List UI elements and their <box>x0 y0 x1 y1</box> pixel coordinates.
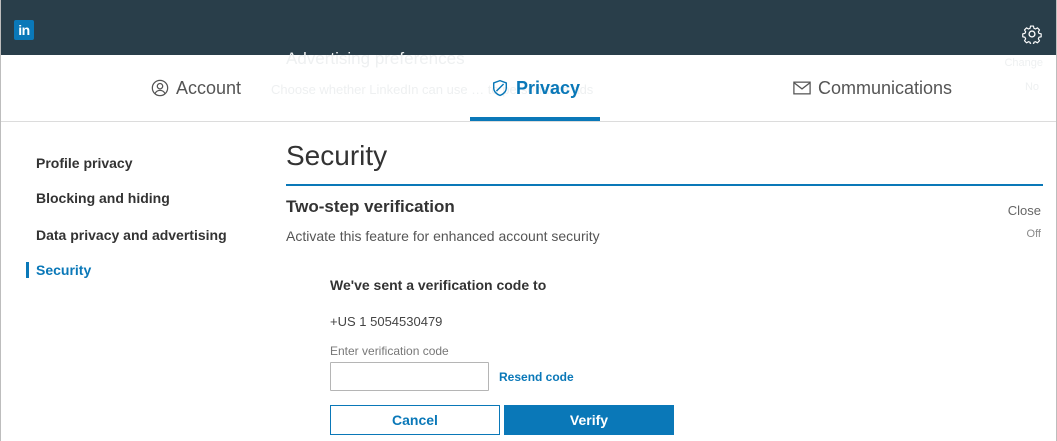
active-tab-indicator <box>470 117 600 121</box>
app-frame: in Advertising preferences Choose whethe… <box>0 0 1057 441</box>
linkedin-logo[interactable]: in <box>14 20 34 40</box>
tab-communications[interactable]: Communications <box>793 55 952 121</box>
settings-tab-bar: Advertising preferences Choose whether L… <box>1 49 1056 122</box>
page-title: Security <box>286 140 388 171</box>
verification-code-label: Enter verification code <box>330 344 449 358</box>
sidebar-item-blocking-and-hiding[interactable]: Blocking and hiding <box>36 190 170 206</box>
sidebar-active-marker <box>26 262 29 278</box>
envelope-icon <box>793 81 811 95</box>
sidebar-item-security[interactable]: Security <box>36 262 91 278</box>
shield-icon <box>492 79 508 97</box>
top-bar: in <box>1 0 1056 55</box>
resend-code-link[interactable]: Resend code <box>499 370 574 384</box>
cancel-button[interactable]: Cancel <box>330 405 500 435</box>
title-divider <box>286 184 1043 186</box>
tab-communications-label: Communications <box>818 77 953 98</box>
person-circle-icon <box>151 79 169 97</box>
tab-privacy-label: Privacy <box>516 77 581 98</box>
background-change-link: Change <box>1004 57 1043 69</box>
background-status: No <box>1024 81 1039 93</box>
sidebar-item-profile-privacy[interactable]: Profile privacy <box>36 155 133 171</box>
close-link[interactable]: Close <box>1008 203 1041 218</box>
verification-sent-label: We've sent a verification code to <box>330 277 547 293</box>
section-description: Activate this feature for enhanced accou… <box>286 228 600 244</box>
tab-privacy[interactable]: Privacy <box>491 55 580 121</box>
tab-account-label: Account <box>176 77 242 98</box>
phone-number: +US 1 5054530479 <box>330 314 443 329</box>
sidebar-item-data-privacy[interactable]: Data privacy and advertising <box>36 227 227 243</box>
gear-icon[interactable] <box>1022 24 1042 44</box>
section-title: Two-step verification <box>286 197 455 216</box>
tab-account[interactable]: Account <box>151 55 241 121</box>
verify-button[interactable]: Verify <box>504 405 674 435</box>
verification-code-input[interactable] <box>330 362 489 391</box>
status-label: Off <box>1026 228 1041 240</box>
